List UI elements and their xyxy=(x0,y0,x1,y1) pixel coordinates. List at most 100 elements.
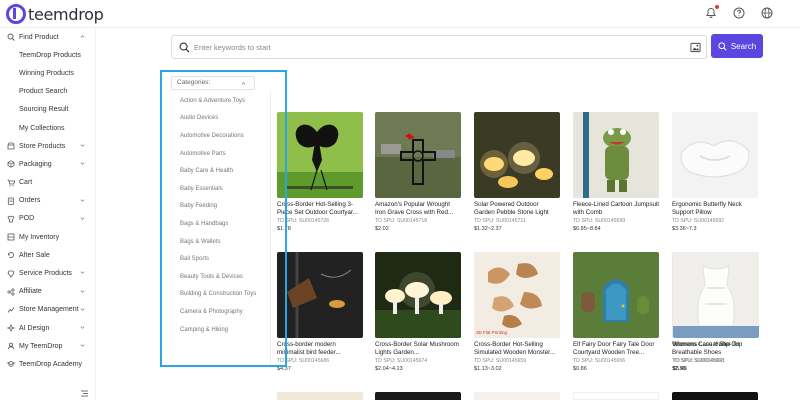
product-title[interactable]: Womens Lace Halter Top xyxy=(673,341,759,357)
sidebar-item-packaging[interactable]: Packaging xyxy=(0,155,95,173)
sidebar-item-my-teemdrop[interactable]: My TeemDrop xyxy=(0,337,95,355)
brand-name: teemdrop xyxy=(28,4,104,24)
product-image[interactable] xyxy=(673,252,759,338)
product-title[interactable]: Fleece-Lined Cartoon Jumpsuit with Comb xyxy=(573,201,659,217)
sidebar-item-service-products[interactable]: Service Products xyxy=(0,264,95,282)
category-option[interactable]: Ball Sports xyxy=(173,250,270,268)
category-option[interactable]: Beauty Tools & Devices xyxy=(173,268,270,286)
product-spu: TD SPU: SU00145699 xyxy=(573,218,626,224)
search-input[interactable] xyxy=(194,39,674,56)
sidebar-item-ai-design[interactable]: AI Design xyxy=(0,319,95,337)
pod-icon xyxy=(7,215,15,223)
logo[interactable]: teemdrop xyxy=(6,4,104,24)
product-spu: TD SPU: SU00145656 xyxy=(573,358,626,364)
category-option[interactable]: Baby Essentials xyxy=(173,180,270,198)
product-image-partial[interactable] xyxy=(672,392,758,400)
product-image-partial[interactable] xyxy=(375,392,461,400)
product-spu: TD SPU: SU00145686 xyxy=(277,358,330,364)
sidebar-item-pod[interactable]: POD xyxy=(0,210,95,228)
cart-icon xyxy=(7,179,15,187)
product-title[interactable]: Cross-Border Hot-Selling 3-Piece Set Out… xyxy=(277,201,363,217)
sidebar-item-teemdrop-academy[interactable]: TeemDrop Academy xyxy=(0,355,95,373)
product-image[interactable] xyxy=(573,112,659,198)
product-spu: TD SPU: SU00145718 xyxy=(375,218,428,224)
product-image[interactable] xyxy=(573,252,659,338)
product-title[interactable]: Cross-Border Solar Mushroom Lights Garde… xyxy=(375,341,461,357)
product-price: $2.02 xyxy=(375,226,389,232)
category-option[interactable]: Baby Feeding xyxy=(173,198,270,216)
category-option[interactable]: Camping & Hiking xyxy=(173,321,270,339)
product-image[interactable] xyxy=(672,112,758,198)
academy-icon xyxy=(7,360,15,368)
logo-icon xyxy=(6,4,26,24)
sidebar-item-label: TeemDrop Academy xyxy=(19,360,83,368)
chevron-down-icon xyxy=(80,326,85,329)
image-search-icon[interactable] xyxy=(690,42,701,53)
search-button[interactable]: Search xyxy=(711,34,763,58)
chevron-down-icon xyxy=(80,199,85,202)
sidebar-item-winning-products[interactable]: Winning Products xyxy=(0,64,95,82)
sidebar-item-product-search[interactable]: Product Search xyxy=(0,83,95,101)
bell-icon[interactable] xyxy=(704,5,719,20)
product-title[interactable]: Cross-Border Hot-Selling Simulated Woode… xyxy=(474,341,560,357)
collapse-menu-icon[interactable] xyxy=(80,385,89,397)
product-card[interactable]: Cross-Border Hot-Selling 3-Piece Set Out… xyxy=(277,112,363,232)
sidebar-item-my-collections[interactable]: My Collections xyxy=(0,119,95,137)
category-option[interactable]: Bags & Handbags xyxy=(173,215,270,233)
category-option[interactable]: Audio Devices xyxy=(173,110,270,128)
product-image[interactable]: 3D Flat Printing xyxy=(474,252,560,338)
search-button-label: Search xyxy=(730,41,757,51)
search-icon xyxy=(7,33,15,41)
help-icon[interactable] xyxy=(732,6,746,20)
sidebar-item-store-products[interactable]: Store Products xyxy=(0,137,95,155)
product-card[interactable]: 3D Flat Printing Cross-Border Hot-Selling… xyxy=(474,252,560,372)
sidebar-item-my-inventory[interactable]: My Inventory xyxy=(0,228,95,246)
product-card[interactable]: Amazon's Popular Wrought Iron Grave Cros… xyxy=(375,112,461,232)
product-title[interactable]: Ergonomic Butterfly Neck Support Pillow xyxy=(672,201,758,217)
categories-dropdown[interactable]: Categories: xyxy=(171,76,255,90)
category-option[interactable]: Action & Adventure Toys xyxy=(173,92,270,110)
product-title[interactable]: Amazon's Popular Wrought Iron Grave Cros… xyxy=(375,201,461,217)
product-price: $1.13~3.02 xyxy=(474,366,502,372)
product-card[interactable]: Ergonomic Butterfly Neck Support Pillow T… xyxy=(672,112,758,232)
sidebar-item-affiliate[interactable]: Affiliate xyxy=(0,283,95,301)
sidebar-item-orders[interactable]: Orders xyxy=(0,192,95,210)
category-option[interactable]: Baby Care & Health xyxy=(173,162,270,180)
product-card[interactable]: Elf Fairy Door Fairy Tale Door Courtyard… xyxy=(573,252,659,372)
category-option[interactable]: Camera & Photography xyxy=(173,303,270,321)
product-image-partial[interactable] xyxy=(474,392,560,400)
sidebar-item-sourcing-result[interactable]: Sourcing Result xyxy=(0,101,95,119)
category-option[interactable]: Automotive Parts xyxy=(173,145,270,163)
store-management-icon xyxy=(7,306,15,314)
sidebar-item-store-management[interactable]: Store Management xyxy=(0,301,95,319)
product-spu: TD SPU: SU00145641 xyxy=(673,358,726,364)
product-image[interactable] xyxy=(277,112,363,198)
product-image[interactable] xyxy=(375,252,461,338)
category-option[interactable]: Automotive Decorations xyxy=(173,127,270,145)
product-image-partial[interactable] xyxy=(277,392,363,400)
product-price: $6.85~8.84 xyxy=(573,226,601,232)
product-card[interactable]: Cross-border modern minimalist bird feed… xyxy=(277,252,363,372)
product-image[interactable] xyxy=(474,112,560,198)
user-icon xyxy=(7,342,15,350)
product-title[interactable]: Solar Powered Outdoor Garden Pebble Ston… xyxy=(474,201,560,217)
sidebar-item-cart[interactable]: Cart xyxy=(0,174,95,192)
product-card[interactable]: Womens Lace Halter Top TD SPU: SU00145641… xyxy=(673,252,759,372)
product-title[interactable]: Elf Fairy Door Fairy Tale Door Courtyard… xyxy=(573,341,659,357)
globe-icon[interactable] xyxy=(760,6,774,20)
product-card[interactable]: Cross-Border Solar Mushroom Lights Garde… xyxy=(375,252,461,372)
product-card[interactable]: Fleece-Lined Cartoon Jumpsuit with Comb T… xyxy=(573,112,659,232)
product-image[interactable] xyxy=(277,252,363,338)
sidebar-item-label: TeemDrop Products xyxy=(19,51,81,59)
sidebar-item-teemdrop-products[interactable]: TeemDrop Products xyxy=(0,46,95,64)
sidebar-item-label: Service Products xyxy=(19,270,72,278)
product-image-partial[interactable] xyxy=(573,392,659,400)
search-box xyxy=(171,35,707,59)
category-option[interactable]: Building & Construction Toys xyxy=(173,286,270,304)
sidebar-item-after-sale[interactable]: After Sale xyxy=(0,246,95,264)
product-title[interactable]: Cross-border modern minimalist bird feed… xyxy=(277,341,363,357)
product-card[interactable]: Solar Powered Outdoor Garden Pebble Ston… xyxy=(474,112,560,232)
category-option[interactable]: Bags & Wallets xyxy=(173,233,270,251)
product-image[interactable] xyxy=(375,112,461,198)
sidebar-item-find-product[interactable]: Find Product xyxy=(0,28,95,46)
